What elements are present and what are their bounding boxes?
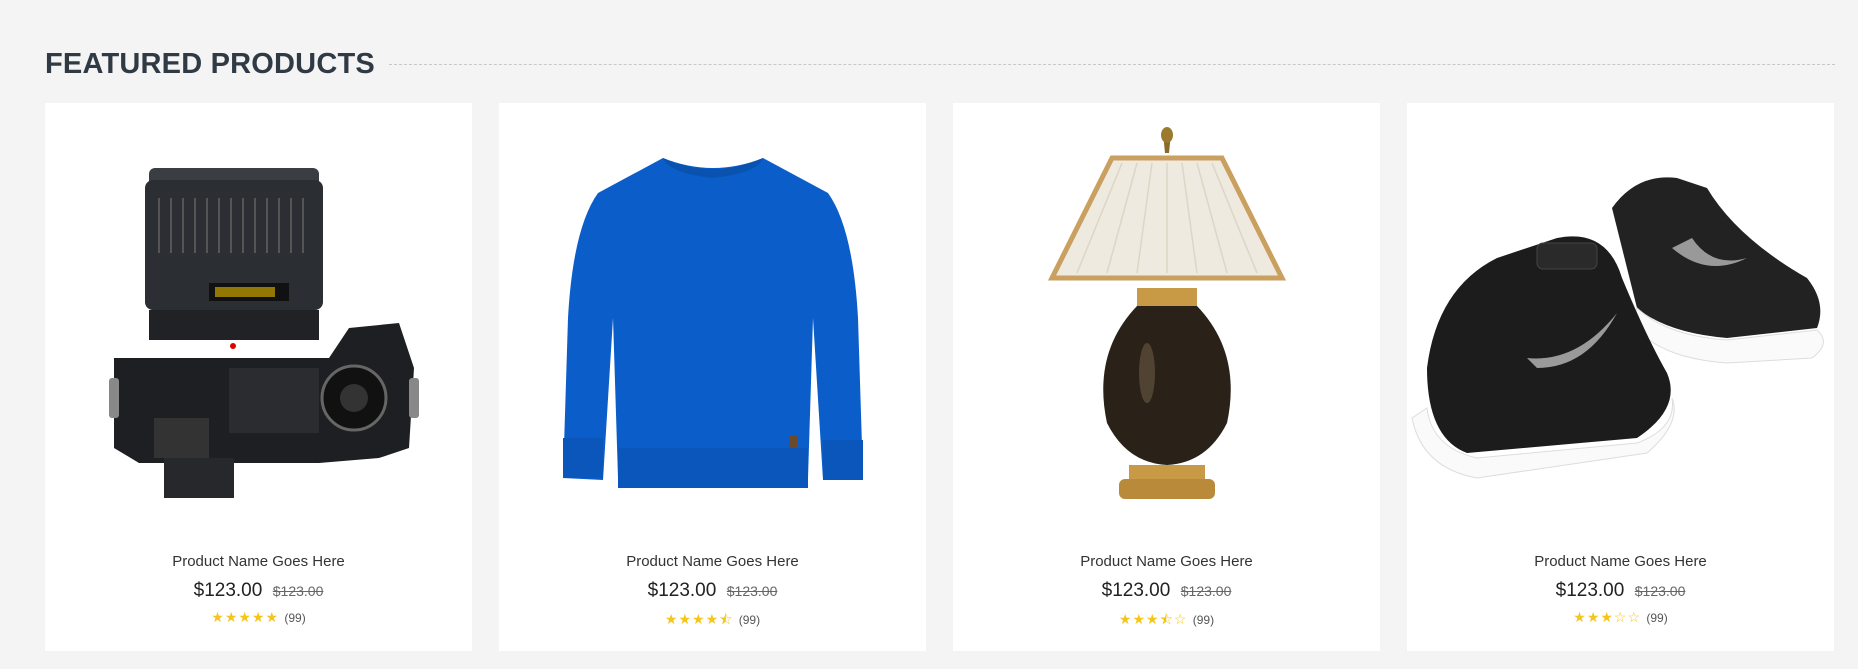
rating-count: (99): [284, 611, 306, 625]
section-title: FEATURED PRODUCTS: [45, 47, 375, 80]
product-old-price: $123.00: [726, 583, 778, 599]
rating-stars: ★★★★⯪: [664, 611, 734, 627]
product-name[interactable]: Product Name Goes Here: [499, 553, 926, 570]
product-card[interactable]: Product Name Goes Here $123.00 $123.00 ★…: [1407, 103, 1834, 651]
rating-count: (99): [738, 613, 761, 627]
section-header: FEATURED PRODUCTS: [45, 44, 1835, 84]
rating-row: ★★★☆☆ (99): [1407, 609, 1834, 626]
product-old-price: $123.00: [272, 583, 324, 599]
product-image[interactable]: [953, 103, 1380, 533]
product-price: $123.00: [647, 580, 717, 601]
product-image[interactable]: [45, 103, 472, 533]
featured-products-section: FEATURED PRODUCTS Product Name Goes Here…: [0, 0, 1858, 669]
heading-divider: [388, 63, 1835, 65]
product-price: $123.00: [1101, 580, 1171, 601]
product-card[interactable]: Product Name Goes Here $123.00 $123.00 ★…: [953, 103, 1380, 651]
product-grid: Product Name Goes Here $123.00 $123.00 ★…: [45, 103, 1834, 651]
lamp-icon: [1047, 127, 1286, 499]
price-row: $123.00 $123.00: [953, 580, 1380, 602]
product-name[interactable]: Product Name Goes Here: [953, 553, 1380, 570]
product-card[interactable]: Product Name Goes Here $123.00 $123.00 ★…: [45, 103, 472, 651]
product-price: $123.00: [1555, 580, 1625, 601]
price-row: $123.00 $123.00: [45, 580, 472, 602]
product-name[interactable]: Product Name Goes Here: [45, 553, 472, 570]
product-card[interactable]: Product Name Goes Here $123.00 $123.00 ★…: [499, 103, 926, 651]
rating-row: ★★★★★ (99): [45, 609, 472, 626]
product-old-price: $123.00: [1634, 583, 1686, 599]
camera-icon: [108, 168, 419, 498]
rating-row: ★★★★⯪ (99): [499, 609, 926, 633]
rating-stars: ★★★☆☆: [1573, 609, 1642, 625]
price-row: $123.00 $123.00: [1407, 580, 1834, 602]
product-name[interactable]: Product Name Goes Here: [1407, 553, 1834, 570]
sneakers-icon: [1411, 177, 1824, 479]
product-old-price: $123.00: [1180, 583, 1232, 599]
product-image[interactable]: [1407, 103, 1834, 533]
rating-count: (99): [1192, 613, 1215, 627]
rating-stars: ★★★⯪☆: [1118, 611, 1188, 627]
product-image[interactable]: [499, 103, 926, 533]
price-row: $123.00 $123.00: [499, 580, 926, 602]
rating-row: ★★★⯪☆ (99): [953, 609, 1380, 633]
sweater-icon: [562, 158, 863, 488]
product-price: $123.00: [193, 580, 263, 601]
rating-count: (99): [1646, 611, 1668, 625]
rating-stars: ★★★★★: [211, 609, 280, 625]
